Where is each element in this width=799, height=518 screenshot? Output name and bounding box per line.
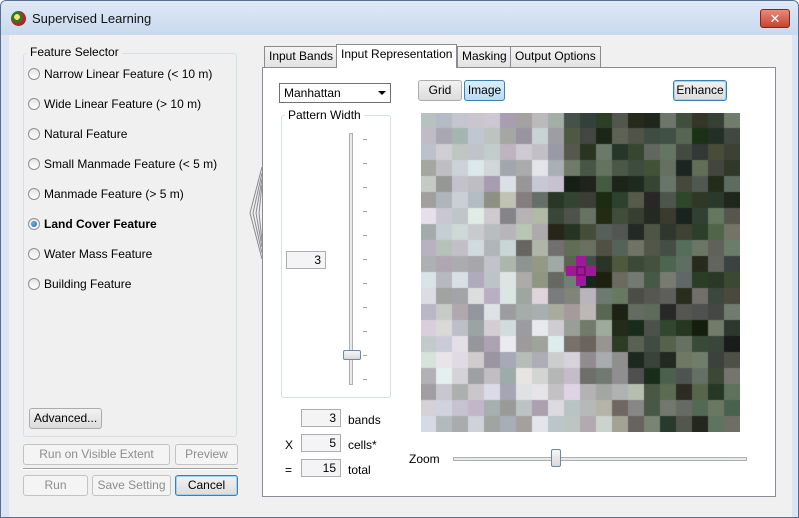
slider-tick <box>363 139 367 140</box>
supervised-learning-window: Supervised Learning ✕ Feature Selector N… <box>0 0 799 518</box>
slider-tick <box>363 235 367 236</box>
slider-tick <box>363 259 367 260</box>
radio-button[interactable] <box>28 188 40 200</box>
pattern-width-label: Pattern Width <box>285 108 364 122</box>
radio-button[interactable] <box>28 128 40 140</box>
target-cell-cursor-icon <box>566 256 596 286</box>
enhance-button[interactable]: Enhance <box>673 80 727 101</box>
bands-label: bands <box>348 413 381 427</box>
slider-tick <box>363 379 367 380</box>
zoom-slider-thumb[interactable] <box>551 449 561 467</box>
slider-tick <box>363 163 367 164</box>
tab-output-options[interactable]: Output Options <box>510 46 601 67</box>
feature-radio-label: Water Mass Feature <box>44 247 153 261</box>
image-button[interactable]: Image <box>464 80 505 101</box>
equals-sign: = <box>285 463 293 477</box>
total-label: total <box>348 463 371 477</box>
feature-radio-item[interactable]: Water Mass Feature <box>28 247 152 263</box>
pattern-width-field[interactable]: 3 <box>286 251 326 269</box>
slider-tick <box>363 187 367 188</box>
separator <box>23 468 238 470</box>
feature-radio-item[interactable]: Building Feature <box>28 277 131 293</box>
tab-input-representation[interactable]: Input Representation <box>336 44 458 68</box>
radio-button[interactable] <box>28 98 40 110</box>
pattern-type-select[interactable]: Manhattan <box>279 83 391 103</box>
preview-button[interactable]: Preview <box>175 444 238 465</box>
radio-button[interactable] <box>28 158 40 170</box>
cells-label: cells* <box>348 438 377 452</box>
run-visible-extent-button[interactable]: Run on Visible Extent <box>23 444 170 465</box>
pattern-width-slider-track[interactable] <box>349 133 353 385</box>
tab-masking[interactable]: Masking <box>457 46 512 67</box>
cells-field[interactable]: 5 <box>301 434 341 452</box>
window-title: Supervised Learning <box>32 11 152 26</box>
slider-tick <box>363 211 367 212</box>
feature-radio-item[interactable]: Small Manmade Feature (< 5 m) <box>28 157 217 173</box>
slider-tick <box>363 331 367 332</box>
total-field[interactable]: 15 <box>301 459 341 477</box>
advanced-button[interactable]: Advanced... <box>29 408 102 429</box>
chevron-down-icon <box>378 91 386 95</box>
panel-divider-arrow-icon <box>249 167 263 259</box>
feature-radio-item[interactable]: Narrow Linear Feature (< 10 m) <box>28 67 212 83</box>
feature-radio-label: Wide Linear Feature (> 10 m) <box>44 97 202 111</box>
slider-tick <box>363 355 367 356</box>
grid-button[interactable]: Grid <box>418 80 462 101</box>
radio-button[interactable] <box>28 218 40 230</box>
slider-tick <box>363 307 367 308</box>
zoom-slider-track[interactable] <box>453 457 747 461</box>
pattern-width-slider-thumb[interactable] <box>343 350 361 360</box>
feature-radio-label: Narrow Linear Feature (< 10 m) <box>44 67 213 81</box>
pattern-type-value: Manhattan <box>284 86 341 100</box>
feature-radio-item[interactable]: Manmade Feature (> 5 m) <box>28 187 184 203</box>
dialog-body: Feature Selector Narrow Linear Feature (… <box>9 35 792 517</box>
save-setting-button[interactable]: Save Setting <box>92 475 171 496</box>
feature-radio-item[interactable]: Natural Feature <box>28 127 127 143</box>
feature-radio-label: Building Feature <box>44 277 132 291</box>
feature-selector-legend: Feature Selector <box>27 45 122 59</box>
radio-button[interactable] <box>28 278 40 290</box>
feature-radio-label: Manmade Feature (> 5 m) <box>44 187 184 201</box>
zoom-label: Zoom <box>409 452 440 466</box>
app-globe-icon <box>11 11 26 26</box>
feature-radio-label: Small Manmade Feature (< 5 m) <box>44 157 218 171</box>
feature-radio-item[interactable]: Wide Linear Feature (> 10 m) <box>28 97 201 113</box>
radio-button[interactable] <box>28 248 40 260</box>
feature-radio-label: Land Cover Feature <box>44 217 157 231</box>
feature-radio-item[interactable]: Land Cover Feature <box>28 217 157 233</box>
title-bar[interactable]: Supervised Learning ✕ <box>1 1 798 35</box>
cancel-button[interactable]: Cancel <box>175 475 238 496</box>
tab-input-bands[interactable]: Input Bands <box>264 46 339 67</box>
slider-tick <box>363 283 367 284</box>
feature-radio-label: Natural Feature <box>44 127 128 141</box>
radio-button[interactable] <box>28 68 40 80</box>
multiply-sign: X <box>285 438 294 452</box>
bands-field[interactable]: 3 <box>301 409 341 427</box>
close-button[interactable]: ✕ <box>760 9 790 28</box>
run-button[interactable]: Run <box>23 475 88 496</box>
